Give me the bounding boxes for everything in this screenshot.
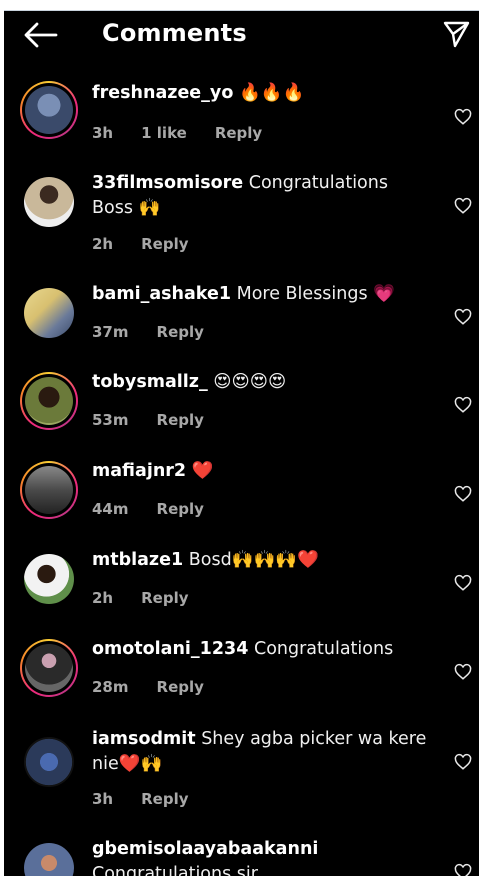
heart-icon[interactable] — [454, 863, 472, 876]
comment-time: 3h — [92, 124, 114, 142]
avatar[interactable] — [20, 550, 78, 608]
reply-button[interactable]: Reply — [141, 589, 188, 607]
heart-icon[interactable] — [454, 197, 472, 215]
comment-text: Congratulations — [253, 639, 394, 659]
reply-button[interactable]: Reply — [141, 235, 188, 253]
comment-time: 53m — [92, 411, 129, 429]
comment-item: gbemisolaayabaakanni Congratulations sir — [4, 837, 479, 876]
comment-username[interactable]: bami_ashake1 — [92, 284, 231, 304]
comment-item: tobysmallz_ 😍😍😍😍 53m Reply — [4, 370, 479, 450]
comment-item: mafiajnr2 ❤️ 44m Reply — [4, 459, 479, 539]
comment-username[interactable]: freshnazee_yo — [92, 83, 233, 103]
comment-text: Congratulations sir — [92, 864, 258, 876]
comment-time: 37m — [92, 323, 129, 341]
comment-meta: 28m Reply — [92, 678, 204, 696]
comment-username[interactable]: mafiajnr2 — [92, 461, 186, 481]
reply-button[interactable]: Reply — [141, 790, 188, 808]
heart-icon[interactable] — [454, 485, 472, 503]
comment-time: 44m — [92, 500, 129, 518]
avatar[interactable] — [20, 839, 78, 876]
reply-button[interactable]: Reply — [157, 323, 204, 341]
comment-username[interactable]: 33filmsomisore — [92, 173, 243, 193]
comment-text: Bosd🙌🙌🙌❤️ — [188, 550, 319, 570]
comment-username[interactable]: iamsodmit — [92, 729, 196, 749]
avatar[interactable] — [20, 173, 78, 231]
comment-meta: 37m Reply — [92, 323, 204, 341]
comment-meta: 3h 1 like Reply — [92, 124, 262, 142]
paper-plane-icon[interactable] — [442, 20, 470, 48]
page-title: Comments — [102, 19, 247, 47]
comment-meta: 3h Reply — [92, 790, 189, 808]
comment-time: 28m — [92, 678, 129, 696]
comment-item: omotolani_1234 Congratulations 28m Reply — [4, 637, 479, 717]
heart-icon[interactable] — [454, 753, 472, 771]
avatar[interactable] — [20, 639, 78, 697]
avatar[interactable] — [20, 284, 78, 342]
like-count[interactable]: 1 like — [141, 124, 187, 142]
comment-item: bami_ashake1 More Blessings 💗 37m Reply — [4, 282, 479, 362]
heart-icon[interactable] — [454, 396, 472, 414]
comment-meta: 44m Reply — [92, 500, 204, 518]
comment-meta: 53m Reply — [92, 411, 204, 429]
comment-meta: 2h Reply — [92, 589, 189, 607]
reply-button[interactable]: Reply — [157, 411, 204, 429]
comment-meta: 2h Reply — [92, 235, 189, 253]
reply-button[interactable]: Reply — [157, 678, 204, 696]
browser-edge — [0, 0, 479, 10]
comment-username[interactable]: mtblaze1 — [92, 550, 183, 570]
avatar[interactable] — [20, 81, 78, 139]
comment-text: 😍😍😍😍 — [213, 372, 287, 392]
comment-item: mtblaze1 Bosd🙌🙌🙌❤️ 2h Reply — [4, 548, 479, 628]
avatar[interactable] — [20, 733, 78, 791]
header: Comments — [4, 11, 479, 59]
comment-text: 🔥🔥🔥 — [238, 83, 305, 103]
comment-item: iamsodmit Shey agba picker wa kere nie❤️… — [4, 727, 479, 819]
heart-icon[interactable] — [454, 108, 472, 126]
comment-time: 3h — [92, 790, 114, 808]
comment-username[interactable]: tobysmallz_ — [92, 372, 208, 392]
comment-item: freshnazee_yo 🔥🔥🔥 3h 1 like Reply — [4, 77, 479, 157]
comment-time: 2h — [92, 589, 114, 607]
comment-username[interactable]: omotolani_1234 — [92, 639, 248, 659]
comment-text: More Blessings 💗 — [236, 284, 395, 304]
heart-icon[interactable] — [454, 308, 472, 326]
comment-text: ❤️ — [191, 461, 214, 481]
heart-icon[interactable] — [454, 574, 472, 592]
reply-button[interactable]: Reply — [215, 124, 262, 142]
avatar[interactable] — [20, 461, 78, 519]
avatar[interactable] — [20, 372, 78, 430]
comment-item: 33filmsomisore Congratulations Boss 🙌 2h… — [4, 171, 479, 261]
arrow-left-icon[interactable] — [24, 22, 58, 48]
heart-icon[interactable] — [454, 663, 472, 681]
comments-screen: Comments freshnazee_yo 🔥🔥🔥 3h 1 like Rep… — [4, 10, 479, 876]
comment-time: 2h — [92, 235, 114, 253]
reply-button[interactable]: Reply — [157, 500, 204, 518]
comment-username[interactable]: gbemisolaayabaakanni — [92, 839, 318, 859]
